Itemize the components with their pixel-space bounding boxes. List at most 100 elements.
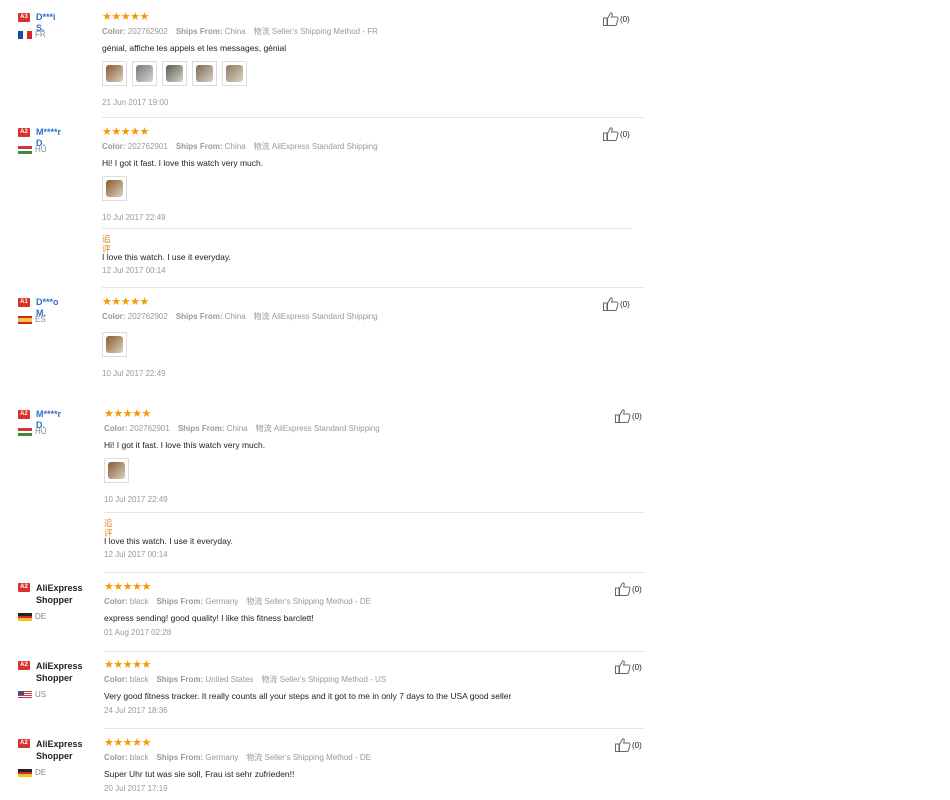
buyer-name: AliExpress Shopper bbox=[36, 739, 83, 761]
review-date: 10 Jul 2017 22:49 bbox=[104, 495, 168, 504]
review-date: 10 Jul 2017 22:49 bbox=[102, 369, 166, 378]
logistics-label: 物流 bbox=[253, 27, 272, 36]
review-date: 10 Jul 2017 22:49 bbox=[102, 213, 166, 222]
star-rating: ★★★★★ bbox=[104, 659, 151, 671]
helpful-count: (0) bbox=[632, 662, 642, 672]
flag-stripe bbox=[18, 618, 32, 621]
review-divider bbox=[104, 728, 644, 729]
buyer-level-badge: A3 bbox=[18, 13, 30, 22]
review-photos bbox=[104, 458, 129, 483]
helpful-count: (0) bbox=[632, 584, 642, 594]
thumbs-up-icon bbox=[615, 409, 631, 423]
star-rating: ★★★★★ bbox=[102, 11, 149, 23]
review-date: 21 Jun 2017 19:00 bbox=[102, 98, 169, 107]
ships-from-value: United States bbox=[203, 675, 254, 684]
helpful-button[interactable]: (0) bbox=[615, 582, 642, 596]
review-photo-thumbnail[interactable] bbox=[104, 458, 129, 483]
star-rating: ★★★★★ bbox=[104, 581, 151, 593]
shipping-method: Seller's Shipping Method - FR bbox=[271, 27, 378, 36]
photo-image bbox=[196, 65, 213, 82]
helpful-button[interactable]: (0) bbox=[615, 660, 642, 674]
additional-feedback-label: 追评 bbox=[104, 518, 113, 538]
order-info: Color: 202762901 Ships From: China 物流 AliE… bbox=[102, 142, 378, 152]
color-value: 202762902 bbox=[125, 27, 168, 36]
review-photo-thumbnail[interactable] bbox=[222, 61, 247, 86]
ships-from-label: Ships From: bbox=[175, 142, 223, 151]
logistics-label: 物流 bbox=[261, 675, 280, 684]
color-value: black bbox=[127, 597, 149, 606]
ships-from-value: China bbox=[224, 424, 248, 433]
color-label: Color: bbox=[102, 312, 126, 321]
followup-text: I love this watch. I use it everyday. bbox=[102, 252, 231, 262]
buyer-country: HU bbox=[35, 145, 47, 154]
thumbs-up-icon bbox=[603, 12, 619, 26]
flag-stripe bbox=[18, 696, 32, 697]
country-flag-icon bbox=[18, 316, 32, 324]
photo-image bbox=[106, 65, 123, 82]
color-label: Color: bbox=[104, 753, 128, 762]
additional-feedback-label: 追评 bbox=[102, 234, 111, 254]
buyer-level-badge: A2 bbox=[18, 410, 30, 419]
review-divider bbox=[104, 572, 644, 573]
helpful-button[interactable]: (0) bbox=[603, 127, 630, 141]
helpful-count: (0) bbox=[620, 299, 630, 309]
helpful-button[interactable]: (0) bbox=[603, 12, 630, 26]
review-photo-thumbnail[interactable] bbox=[102, 176, 127, 201]
color-label: Color: bbox=[104, 424, 128, 433]
thumbs-up-icon bbox=[615, 738, 631, 752]
shipping-method: Seller's Shipping Method - US bbox=[279, 675, 387, 684]
shipping-method: AliExpress Standard Shipping bbox=[271, 142, 378, 151]
review-text: Super Uhr tut was sie soll, Frau ist seh… bbox=[104, 769, 295, 779]
ships-from-value: China bbox=[222, 27, 246, 36]
country-flag-icon bbox=[18, 691, 32, 699]
photo-image bbox=[166, 65, 183, 82]
ships-from-label: Ships From: bbox=[156, 675, 204, 684]
ships-from-label: Ships From: bbox=[175, 27, 223, 36]
color-value: black bbox=[127, 753, 149, 762]
color-value: 202762901 bbox=[125, 142, 168, 151]
flag-stripe bbox=[18, 691, 24, 695]
country-flag-icon bbox=[18, 613, 32, 621]
ships-from-value: Germany bbox=[203, 597, 239, 606]
review-divider bbox=[104, 651, 644, 652]
followup-date: 12 Jul 2017 00:14 bbox=[104, 550, 168, 559]
ships-from-label: Ships From: bbox=[177, 424, 225, 433]
helpful-button[interactable]: (0) bbox=[615, 409, 642, 423]
shipping-method: Seller's Shipping Method - DE bbox=[264, 597, 371, 606]
country-flag-icon bbox=[18, 146, 32, 154]
helpful-count: (0) bbox=[620, 14, 630, 24]
review-date: 01 Aug 2017 02:28 bbox=[104, 628, 172, 637]
review-photo-thumbnail[interactable] bbox=[102, 61, 127, 86]
thumbs-up-icon bbox=[615, 582, 631, 596]
buyer-level-badge: A2 bbox=[18, 583, 30, 592]
review-photo-thumbnail[interactable] bbox=[102, 332, 127, 357]
review-divider bbox=[102, 287, 644, 288]
flag-stripe bbox=[18, 698, 32, 699]
helpful-count: (0) bbox=[632, 411, 642, 421]
flag-stripe bbox=[18, 151, 32, 154]
buyer-level-badge: A2 bbox=[18, 739, 30, 748]
buyer-level-badge: A1 bbox=[18, 298, 30, 307]
color-value: 202762902 bbox=[125, 312, 168, 321]
logistics-label: 物流 bbox=[246, 753, 265, 762]
review-photo-thumbnail[interactable] bbox=[162, 61, 187, 86]
review-photo-thumbnail[interactable] bbox=[192, 61, 217, 86]
photo-image bbox=[106, 336, 123, 353]
flag-stripe bbox=[18, 774, 32, 777]
buyer-country: DE bbox=[35, 612, 47, 621]
followup-date: 12 Jul 2017 00:14 bbox=[102, 266, 166, 275]
review-text: Very good fitness tracker. It really cou… bbox=[104, 691, 512, 701]
shipping-method: AliExpress Standard Shipping bbox=[273, 424, 380, 433]
review-text: Hi! I got it fast. I love this watch ver… bbox=[104, 440, 266, 450]
review-photos bbox=[102, 61, 247, 86]
review-date: 20 Jul 2017 17:19 bbox=[104, 784, 168, 793]
followup-text: I love this watch. I use it everyday. bbox=[104, 536, 233, 546]
ships-from-label: Ships From: bbox=[175, 312, 223, 321]
flag-stripe bbox=[27, 31, 32, 39]
order-info: Color: black Ships From: Germany 物流 Seller… bbox=[104, 753, 371, 763]
helpful-button[interactable]: (0) bbox=[615, 738, 642, 752]
ships-from-value: Germany bbox=[203, 753, 239, 762]
helpful-button[interactable]: (0) bbox=[603, 297, 630, 311]
photo-image bbox=[136, 65, 153, 82]
review-photo-thumbnail[interactable] bbox=[132, 61, 157, 86]
